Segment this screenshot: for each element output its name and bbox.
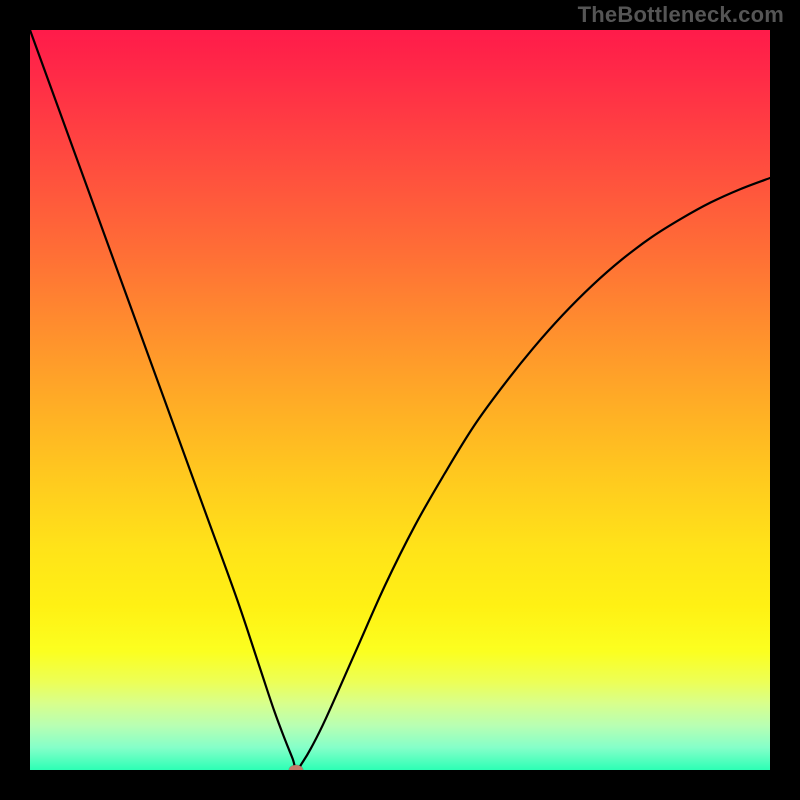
minimum-point-marker xyxy=(289,765,303,770)
chart-frame: TheBottleneck.com xyxy=(0,0,800,800)
watermark-text: TheBottleneck.com xyxy=(578,2,784,28)
plot-area xyxy=(30,30,770,770)
bottleneck-curve xyxy=(30,30,770,770)
